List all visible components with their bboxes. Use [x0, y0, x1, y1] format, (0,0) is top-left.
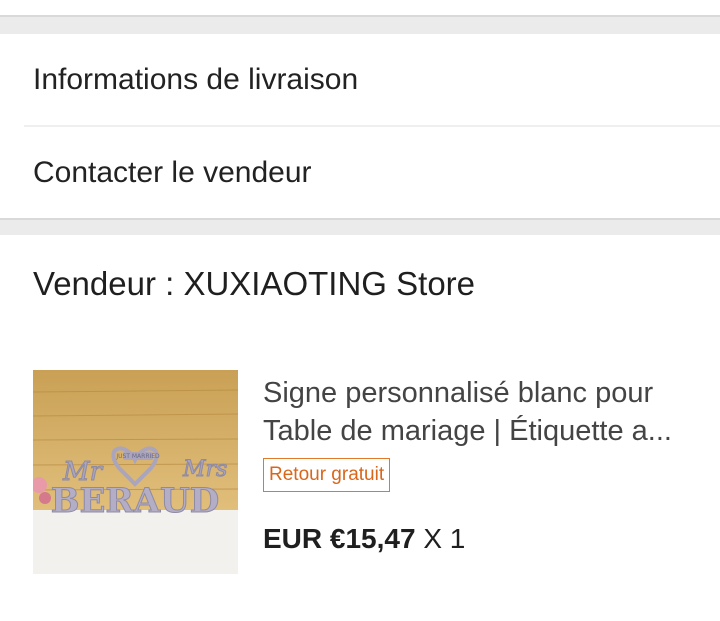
contact-seller-row[interactable]: Contacter le vendeur — [0, 127, 720, 219]
section-separator — [0, 218, 720, 235]
delivery-info-label: Informations de livraison — [33, 63, 359, 96]
product-thumbnail[interactable]: JUST MARRIED Mr Mrs BERAUD — [33, 370, 238, 574]
quantity: X 1 — [423, 523, 466, 554]
contact-seller-label: Contacter le vendeur — [33, 156, 312, 189]
top-separator — [0, 0, 720, 34]
product-price: EUR €15,47 X 1 — [263, 523, 465, 555]
price-value: EUR €15,47 — [263, 523, 416, 554]
sign-top-text: JUST MARRIED — [115, 453, 160, 460]
sign-name: BERAUD — [51, 481, 219, 521]
free-return-badge: Retour gratuit — [263, 458, 391, 492]
sign-right-script: Mrs — [182, 457, 227, 482]
seller-name[interactable]: Vendeur : XUXIAOTING Store — [33, 265, 475, 303]
delivery-info-row[interactable]: Informations de livraison — [0, 34, 720, 126]
product-title[interactable]: Signe personnalisé blanc pour Table de m… — [263, 374, 703, 450]
